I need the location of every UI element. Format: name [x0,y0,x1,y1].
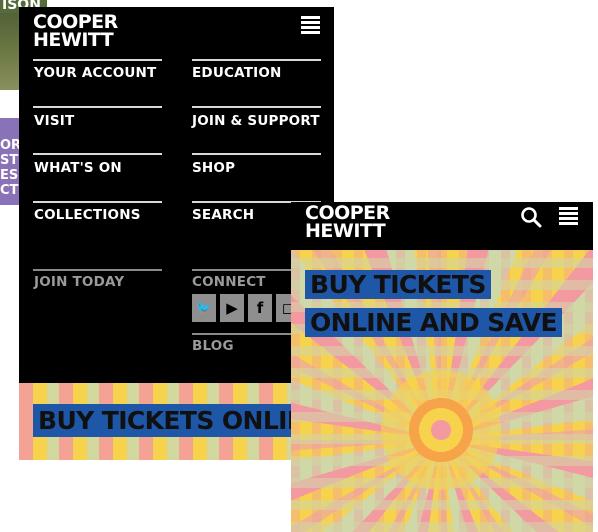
youtube-icon[interactable]: ▶ [220,294,244,322]
cooper-hewitt-logo[interactable]: COOPER HEWITT [33,12,118,49]
divider [33,106,162,108]
nav-item-whats-on[interactable]: WHAT'S ON [34,160,122,176]
blog-link[interactable]: BLOG [192,338,234,354]
facebook-icon[interactable]: f [248,294,272,322]
menu-screen: COOPER HEWITT YOUR ACCOUNT VISIT WHAT'S … [19,7,334,460]
join-today-link[interactable]: JOIN TODAY [34,274,124,290]
divider [192,106,321,108]
divider [33,59,162,61]
connect-label: CONNECT [192,274,266,290]
divider [192,59,321,61]
twitter-icon[interactable]: 🐦 [192,294,216,322]
nav-item-education[interactable]: EDUCATION [192,65,282,81]
buy-tickets-banner[interactable]: BUY TICKETS ONLINE AND SAVE [305,266,562,342]
nav-item-your-account[interactable]: YOUR ACCOUNT [34,65,156,81]
nav-item-visit[interactable]: VISIT [34,113,74,129]
nav-item-collections[interactable]: COLLECTIONS [34,207,141,223]
nav-item-shop[interactable]: SHOP [192,160,235,176]
nav-item-join-support[interactable]: JOIN & SUPPORT [192,113,320,129]
nav-item-search[interactable]: SEARCH [192,207,254,223]
divider [33,201,162,203]
search-icon[interactable] [520,206,542,228]
divider [33,153,162,155]
home-screen: COOPER HEWITT BUY TICKETS ONLINE AND SAV… [291,202,593,532]
divider [33,269,162,271]
buy-tickets-banner[interactable]: BUY TICKETS ONLINE AND SAVE [33,404,334,437]
cooper-hewitt-logo[interactable]: COOPER HEWITT [305,203,390,240]
hamburger-menu-icon[interactable] [301,16,320,34]
divider [192,153,321,155]
hamburger-menu-icon[interactable] [559,207,578,225]
